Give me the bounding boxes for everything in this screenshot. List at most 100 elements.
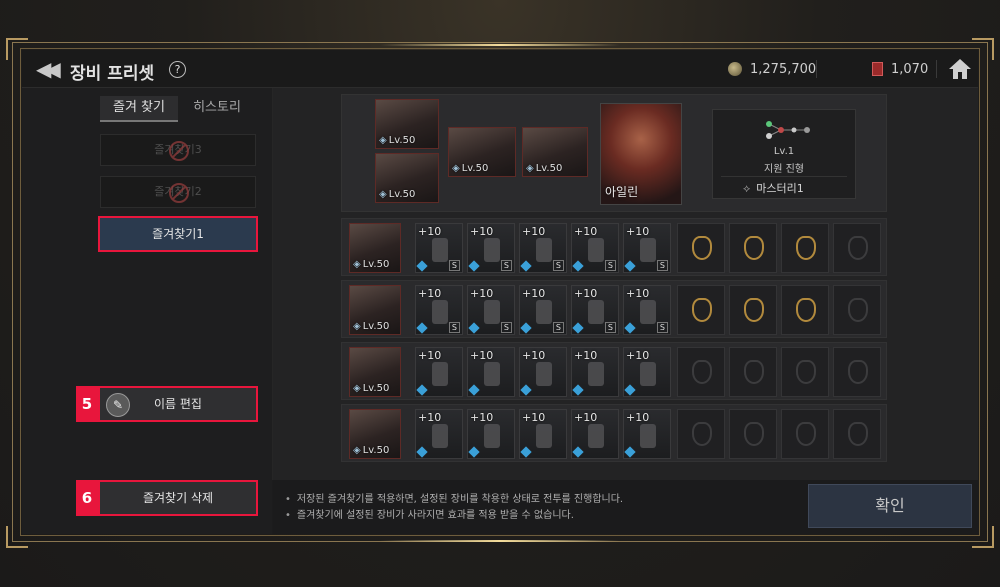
ring-icon — [796, 236, 816, 260]
enhance-level: +10 — [626, 225, 650, 238]
hero-level: Lv.50 — [353, 321, 390, 332]
earring-icon — [692, 298, 712, 322]
helmet-slot[interactable]: +10 S — [467, 285, 515, 335]
necklace-slot[interactable] — [729, 223, 777, 273]
artifact-slot[interactable] — [833, 223, 881, 273]
enhance-level: +10 — [522, 225, 546, 238]
artifact-slot[interactable] — [833, 409, 881, 459]
enhance-level: +10 — [574, 287, 598, 300]
helmet-slot[interactable]: +10 S — [467, 223, 515, 273]
hero-portrait[interactable]: Lv.50 — [349, 285, 401, 335]
armor-slot[interactable]: +10 S — [519, 223, 567, 273]
help-icon[interactable]: ? — [169, 61, 186, 78]
grade-icon: S — [500, 260, 512, 271]
enhance-level: +10 — [626, 411, 650, 424]
weapon-icon — [432, 362, 448, 386]
artifact-slot[interactable] — [833, 285, 881, 335]
boots-slot[interactable]: +10 — [623, 409, 671, 459]
grade-icon: S — [604, 322, 616, 333]
favorite-slot-3[interactable]: 즐겨찾기3 — [100, 134, 256, 166]
delete-favorite-button[interactable]: 즐겨찾기 삭제 — [98, 480, 258, 516]
confirm-button[interactable]: 확인 — [808, 484, 972, 528]
currency-divider — [936, 60, 937, 78]
hero-portrait[interactable]: Lv.50 — [349, 409, 401, 459]
hero-portrait[interactable]: Lv.50 — [375, 99, 439, 149]
gem-icon — [624, 260, 636, 272]
home-icon[interactable] — [948, 57, 972, 81]
earring-slot[interactable] — [677, 285, 725, 335]
boots-slot[interactable]: +10 S — [623, 285, 671, 335]
necklace-icon — [744, 360, 764, 384]
tab-favorites[interactable]: 즐겨 찾기 — [100, 96, 178, 122]
artifact-icon — [848, 298, 868, 322]
enhance-level: +10 — [470, 287, 494, 300]
favorite-slot-1[interactable]: 즐겨찾기1 — [98, 216, 258, 252]
gloves-slot[interactable]: +10 — [571, 347, 619, 397]
weapon-slot[interactable]: +10 S — [415, 223, 463, 273]
formation-mastery: ⟡ 마스터리1 — [743, 180, 804, 196]
weapon-slot[interactable]: +10 — [415, 409, 463, 459]
boots-icon — [640, 238, 656, 262]
boots-slot[interactable]: +10 S — [623, 223, 671, 273]
ring-slot[interactable] — [781, 285, 829, 335]
gloves-slot[interactable]: +10 S — [571, 285, 619, 335]
ring-slot[interactable] — [781, 223, 829, 273]
notice-text: 저장된 즐겨찾기를 적용하면, 설정된 장비를 착용한 상태로 전투를 진행합니… — [285, 490, 623, 505]
equipment-row: Lv.50 +10 +10 +10 +10 +10 — [341, 404, 887, 462]
rename-button[interactable]: ✎ 이름 편집 — [98, 386, 258, 422]
gloves-icon — [588, 300, 604, 324]
delete-button-label: 즐겨찾기 삭제 — [142, 491, 214, 505]
back-icon[interactable]: ◀◀ — [36, 58, 64, 80]
gem-icon — [520, 322, 532, 334]
gem-icon — [416, 446, 428, 458]
weapon-icon — [432, 424, 448, 448]
boots-icon — [640, 424, 656, 448]
earring-slot[interactable] — [677, 223, 725, 273]
rename-button-label: 이름 편집 — [154, 397, 202, 411]
weapon-slot[interactable]: +10 S — [415, 285, 463, 335]
necklace-slot[interactable] — [729, 409, 777, 459]
helmet-slot[interactable]: +10 — [467, 409, 515, 459]
armor-slot[interactable]: +10 — [519, 347, 567, 397]
artifact-slot[interactable] — [833, 347, 881, 397]
helmet-slot[interactable]: +10 — [467, 347, 515, 397]
gloves-slot[interactable]: +10 — [571, 409, 619, 459]
necklace-icon — [744, 236, 764, 260]
ring-slot[interactable] — [781, 347, 829, 397]
hero-portrait[interactable]: Lv.50 — [349, 223, 401, 273]
boots-icon — [640, 300, 656, 324]
formation-box[interactable]: Lv.1 지원 진형 ⟡ 마스터리1 — [712, 109, 856, 199]
hero-portrait[interactable]: Lv.50 — [349, 347, 401, 397]
grade-icon: S — [656, 260, 668, 271]
ring-icon — [796, 360, 816, 384]
ring-slot[interactable] — [781, 409, 829, 459]
hero-portrait[interactable]: Lv.50 — [375, 153, 439, 203]
necklace-slot[interactable] — [729, 347, 777, 397]
earring-slot[interactable] — [677, 347, 725, 397]
gem-icon — [572, 260, 584, 272]
hero-level: Lv.50 — [379, 189, 416, 200]
necklace-slot[interactable] — [729, 285, 777, 335]
gem-icon — [468, 260, 480, 272]
artifact-icon — [848, 360, 868, 384]
favorite-slot-2[interactable]: 즐겨찾기2 — [100, 176, 256, 208]
gem-icon — [416, 322, 428, 334]
armor-slot[interactable]: +10 — [519, 409, 567, 459]
tab-bar: 즐겨 찾기 히스토리 — [100, 96, 256, 122]
equipment-row: Lv.50 +10 S +10 S +10 S +10 S +10 S — [341, 280, 887, 338]
equipment-row: Lv.50 +10 S +10 S +10 S +10 S +10 S — [341, 218, 887, 276]
helmet-icon — [484, 424, 500, 448]
tab-history[interactable]: 히스토리 — [178, 96, 256, 122]
gloves-slot[interactable]: +10 S — [571, 223, 619, 273]
boots-slot[interactable]: +10 — [623, 347, 671, 397]
step-badge-5: 5 — [76, 386, 98, 422]
leader-portrait[interactable]: 아일린 — [600, 103, 682, 205]
hero-portrait[interactable]: Lv.50 — [522, 127, 588, 177]
hero-portrait[interactable]: Lv.50 — [448, 127, 516, 177]
coin-icon — [728, 62, 742, 76]
earring-slot[interactable] — [677, 409, 725, 459]
armor-icon — [536, 238, 552, 262]
armor-slot[interactable]: +10 S — [519, 285, 567, 335]
weapon-slot[interactable]: +10 — [415, 347, 463, 397]
gem-icon — [416, 384, 428, 396]
